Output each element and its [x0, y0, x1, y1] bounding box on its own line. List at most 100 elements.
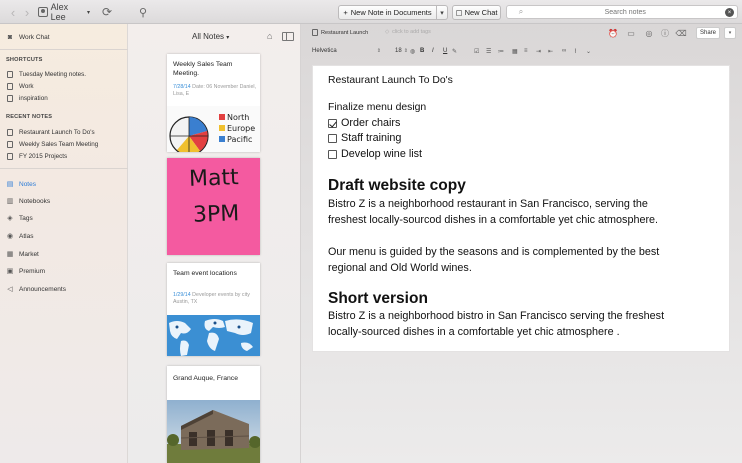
text-color-icon[interactable]: ◍	[410, 46, 415, 56]
share-button[interactable]: Share	[696, 27, 720, 39]
sidebar-item-work-chat[interactable]: ◙ Work Chat	[6, 31, 50, 43]
note-editor: Restaurant Launch ◇ click to add tags ⏰ …	[302, 24, 742, 463]
checkbox-unchecked[interactable]	[328, 133, 337, 143]
note-title[interactable]: Restaurant Launch To Do's	[328, 75, 453, 86]
sticky-note-line: 3PM	[192, 201, 240, 228]
checklist-item[interactable]: Staff training	[328, 132, 401, 144]
presentation-icon[interactable]: ◎	[644, 28, 654, 38]
sidebar-item-tags[interactable]: ◈ Tags	[6, 212, 32, 224]
underline-button[interactable]: U	[443, 46, 447, 56]
trash-icon[interactable]: ⌫	[675, 28, 686, 38]
note-content[interactable]: Restaurant Launch To Do's Finalize menu …	[312, 65, 730, 352]
new-note-button[interactable]: + New Note in Documents	[338, 5, 437, 20]
back-arrow-icon[interactable]: ‹	[6, 4, 20, 20]
account-icon	[38, 7, 48, 17]
note-card-date: 7/28/14	[173, 84, 191, 90]
note-card-date: 1/29/14	[173, 292, 191, 298]
sidebar-item-notes[interactable]: ▤ Notes	[6, 178, 36, 190]
plus-icon: +	[343, 8, 348, 17]
note-card[interactable]: Weekly Sales Team Meeting. 7/28/14 Date:…	[167, 54, 260, 152]
numbered-list-icon[interactable]: ≔	[498, 46, 504, 56]
new-chat-label: New Chat	[464, 8, 498, 17]
note-list: All Notes ▾ ⌂ Weekly Sales Team Meeting.…	[128, 24, 301, 463]
sidebar-item-announcements[interactable]: ◁ Announcements	[6, 283, 66, 295]
share-dropdown-button[interactable]: ▾	[724, 27, 736, 39]
note-card[interactable]: Grand Auque, France	[167, 366, 260, 463]
notebook-icon	[6, 82, 14, 90]
notebook-selector[interactable]: Restaurant Launch	[312, 29, 368, 36]
note-icon	[6, 140, 14, 148]
title-bar: ‹ › Alex Lee ▾ ⟳ ⚲ + New Note in Documen…	[0, 0, 742, 24]
note-card-snippet: 1/29/14 Developer events by city Austin,…	[173, 292, 257, 306]
reminder-icon[interactable]: ⏰	[608, 28, 618, 38]
search-input[interactable]	[525, 8, 726, 16]
recent-note-label: Weekly Sales Team Meeting	[19, 140, 99, 148]
section-heading: Draft website copy	[328, 177, 466, 194]
recent-note-label: FY 2015 Projects	[19, 152, 68, 160]
italic-button[interactable]: I	[432, 46, 434, 56]
note-list-header: All Notes ▾ ⌂	[128, 24, 301, 50]
clear-search-icon[interactable]: ×	[725, 8, 734, 17]
font-size-select[interactable]: 18 ⇕	[395, 46, 408, 56]
megaphone-icon: ◁	[7, 286, 13, 293]
bullet-list-icon[interactable]: ☰	[486, 46, 491, 56]
sync-icon[interactable]: ⟳	[100, 4, 114, 20]
new-note-label: New Note in Documents	[350, 8, 432, 17]
sidebar-item-notebooks[interactable]: ▥ Notebooks	[6, 195, 50, 207]
indent-icon[interactable]: ⇥	[536, 46, 541, 56]
forward-arrow-icon[interactable]: ›	[20, 4, 34, 20]
chevron-down-icon: ▾	[226, 35, 230, 41]
sidebar-item-premium[interactable]: ▣ Premium	[6, 265, 45, 277]
activity-icon[interactable]: ⚲	[136, 4, 150, 20]
note-card-snippet: 7/28/14 Date: 06 November Daniel, Lisa, …	[173, 84, 257, 98]
note-card-thumbnail: North Europe Pacific	[167, 106, 260, 152]
highlight-icon[interactable]: ✎	[452, 46, 457, 56]
new-chat-button[interactable]: ▢ New Chat	[452, 5, 501, 20]
shortcut-item[interactable]: inspiration	[6, 92, 48, 104]
bold-button[interactable]: B	[420, 46, 424, 56]
sidebar-item-atlas[interactable]: ◉ Atlas	[6, 230, 34, 242]
note-list-title[interactable]: All Notes ▾	[192, 32, 229, 41]
note-card-photo-thumbnail	[167, 400, 260, 463]
outdent-icon[interactable]: ⇤	[548, 46, 553, 56]
search-box[interactable]: ⌕ ×	[506, 5, 738, 19]
market-icon: ▦	[6, 251, 14, 258]
tag-icon: ◈	[7, 215, 13, 222]
note-card[interactable]: Matt 3PM	[167, 158, 260, 255]
paragraph-line: Bistro Z is a neighborhood bistro in San…	[328, 310, 665, 322]
shortcut-item[interactable]: Tuesday Meeting notes.	[6, 68, 86, 80]
view-toggle-icon[interactable]	[282, 32, 294, 41]
new-note-dropdown-button[interactable]: ▾	[437, 5, 448, 20]
shortcut-item[interactable]: Work	[6, 80, 34, 92]
font-family-select[interactable]: Helvetica ⇕	[312, 46, 381, 56]
recent-note-item[interactable]: Restaurant Launch To Do's	[6, 126, 95, 138]
tag-input[interactable]: ◇ click to add tags	[385, 29, 431, 35]
account-menu[interactable]: Alex Lee ▾	[38, 2, 90, 22]
sidebar-item-label: Notebooks	[19, 197, 51, 205]
chat-icon[interactable]: ▭	[626, 28, 636, 38]
recent-note-item[interactable]: FY 2015 Projects	[6, 150, 67, 162]
checklist-item[interactable]: Develop wine list	[328, 148, 422, 160]
recent-note-item[interactable]: Weekly Sales Team Meeting	[6, 138, 98, 150]
more-icon[interactable]: ⌄	[586, 46, 591, 56]
editor-header: Restaurant Launch ◇ click to add tags ⏰ …	[302, 24, 742, 43]
checkbox-checked[interactable]	[328, 118, 337, 128]
new-note-group: + New Note in Documents ▾	[338, 5, 448, 20]
sidebar-item-market[interactable]: ▦ Market	[6, 248, 39, 260]
align-icon[interactable]: ≡	[524, 46, 528, 56]
info-icon[interactable]: ⓘ	[660, 28, 670, 38]
notebook-icon: ▥	[6, 198, 14, 205]
attachment-icon[interactable]: ⌇	[574, 46, 577, 56]
checklist-label: Staff training	[341, 132, 402, 144]
tag-icon: ◇	[385, 29, 390, 35]
sidebar-divider	[0, 49, 128, 50]
table-icon[interactable]: ▦	[512, 46, 518, 56]
link-icon[interactable]: ∞	[562, 46, 566, 56]
note-card[interactable]: Team event locations 1/29/14 Developer e…	[167, 263, 260, 356]
checklist-item[interactable]: Order chairs	[328, 117, 400, 129]
checkbox-unchecked[interactable]	[328, 149, 337, 159]
chart-legend-europe: Europe	[227, 124, 255, 133]
chevron-down-icon: ⇕	[403, 48, 408, 54]
lock-icon[interactable]: ⌂	[267, 31, 277, 41]
checkbox-icon[interactable]: ☑	[474, 46, 479, 56]
